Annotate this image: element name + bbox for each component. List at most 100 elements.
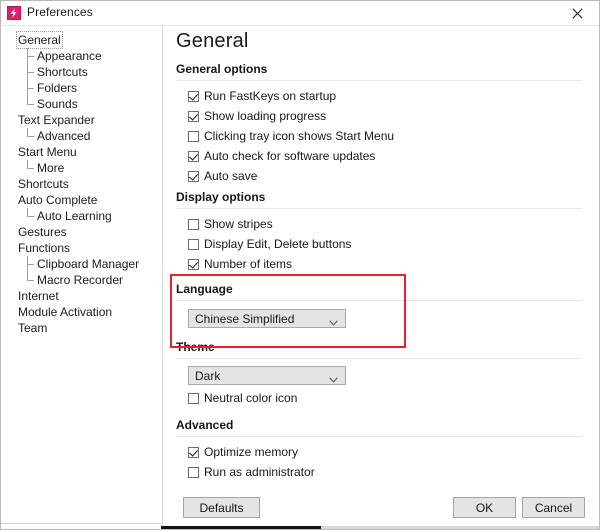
chevron-down-icon [329, 315, 338, 329]
checkbox-label: Display Edit, Delete buttons [204, 237, 352, 251]
sidebar-item-label: Text Expander [18, 113, 95, 127]
checkbox-label: Number of items [204, 257, 293, 271]
sidebar-item-label: Advanced [37, 129, 91, 143]
sidebar-item-label: Functions [18, 241, 71, 255]
checkbox-display-edit-delete-buttons[interactable]: Display Edit, Delete buttons [188, 237, 351, 252]
cancel-button[interactable]: Cancel [522, 497, 585, 518]
sidebar-item-folders[interactable]: Folders [1, 80, 162, 96]
background-window-edge [1, 523, 599, 529]
checkbox-box[interactable] [188, 151, 199, 162]
checkbox-label: Optimize memory [204, 445, 299, 459]
checkbox-box[interactable] [188, 111, 199, 122]
window-title: Preferences [27, 5, 93, 19]
sidebar-item-label: Gestures [18, 225, 67, 239]
sidebar-item-sounds[interactable]: Sounds [1, 96, 162, 112]
checkbox-label: Run as administrator [204, 465, 315, 479]
sidebar-item-more[interactable]: More [1, 160, 162, 176]
sidebar-item-label: More [37, 161, 65, 175]
theme-select[interactable]: Dark [188, 366, 346, 385]
sidebar-item-macro-recorder[interactable]: Macro Recorder [1, 272, 162, 288]
settings-tree: General Appearance Shortcuts Folders Sounds T… [1, 31, 162, 336]
sidebar-item-label: Module Activation [18, 305, 113, 319]
sidebar-item-label: Team [18, 321, 48, 335]
close-button[interactable] [555, 1, 599, 25]
checkbox-box[interactable] [188, 467, 199, 478]
background-edge-dark [161, 526, 321, 529]
settings-content: General General options Run FastKeys on … [164, 26, 599, 529]
tree-connector [27, 256, 36, 272]
sidebar-item-advanced[interactable]: Advanced [1, 128, 162, 144]
sidebar-item-general[interactable]: General [1, 31, 162, 49]
checkbox-run-fastkeys-on-startup[interactable]: Run FastKeys on startup [188, 89, 336, 104]
section-heading-advanced: Advanced [176, 418, 234, 432]
checkbox-clicking-tray-icon-shows-start-menu[interactable]: Clicking tray icon shows Start Menu [188, 129, 394, 144]
sidebar-item-label: Shortcuts [37, 65, 88, 79]
tree-connector [27, 96, 36, 112]
tree-connector [27, 48, 36, 64]
sidebar-item-internet[interactable]: Internet [1, 288, 162, 304]
checkbox-auto-check-for-software-updates[interactable]: Auto check for software updates [188, 149, 375, 164]
tree-connector [27, 80, 36, 96]
checkbox-auto-save[interactable]: Auto save [188, 169, 257, 184]
section-divider [176, 300, 582, 301]
page-title: General [176, 30, 249, 52]
sidebar-item-shortcuts[interactable]: Shortcuts [1, 64, 162, 80]
section-heading-theme: Theme [176, 340, 215, 354]
sidebar-item-appearance[interactable]: Appearance [1, 48, 162, 64]
sidebar-item-auto-learning[interactable]: Auto Learning [1, 208, 162, 224]
checkbox-box[interactable] [188, 393, 199, 404]
sidebar-item-text-expander[interactable]: Text Expander [1, 112, 162, 128]
preferences-window: Preferences General Appearance Shortcuts Fo… [0, 0, 600, 530]
checkbox-label: Auto check for software updates [204, 149, 376, 163]
sidebar-item-clipboard-manager[interactable]: Clipboard Manager [1, 256, 162, 272]
checkbox-show-loading-progress[interactable]: Show loading progress [188, 109, 326, 124]
sidebar-item-functions[interactable]: Functions [1, 240, 162, 256]
ok-button[interactable]: OK [453, 497, 516, 518]
tree-connector [27, 160, 36, 176]
checkbox-label: Auto save [204, 169, 258, 183]
section-divider [176, 208, 582, 209]
checkbox-box[interactable] [188, 239, 199, 250]
checkbox-box[interactable] [188, 447, 199, 458]
checkbox-label: Show stripes [204, 217, 273, 231]
defaults-button[interactable]: Defaults [183, 497, 260, 518]
sidebar-item-label: Folders [37, 81, 78, 95]
section-divider [176, 436, 582, 437]
checkbox-neutral-color-icon[interactable]: Neutral color icon [188, 391, 297, 406]
fastkeys-app-icon [7, 6, 21, 20]
sidebar-item-label: Appearance [37, 49, 102, 63]
checkbox-number-of-items[interactable]: Number of items [188, 257, 292, 272]
sidebar-item-label: Sounds [37, 97, 78, 111]
section-heading-language: Language [176, 282, 233, 296]
language-select[interactable]: Chinese Simplified [188, 309, 346, 328]
tree-connector [27, 64, 36, 80]
sidebar-item-label: General [16, 31, 63, 49]
checkbox-show-stripes[interactable]: Show stripes [188, 217, 273, 232]
checkbox-run-as-administrator[interactable]: Run as administrator [188, 465, 315, 480]
sidebar-item-label: Auto Complete [18, 193, 98, 207]
section-heading-display-options: Display options [176, 190, 266, 204]
checkbox-box[interactable] [188, 171, 199, 182]
sidebar-item-auto-complete[interactable]: Auto Complete [1, 192, 162, 208]
sidebar-item-shortcuts[interactable]: Shortcuts [1, 176, 162, 192]
checkbox-box[interactable] [188, 131, 199, 142]
checkbox-box[interactable] [188, 219, 199, 230]
sidebar-item-label: Shortcuts [18, 177, 69, 191]
close-icon [571, 7, 583, 19]
sidebar-item-module-activation[interactable]: Module Activation [1, 304, 162, 320]
checkbox-label: Neutral color icon [204, 391, 298, 405]
checkbox-box[interactable] [188, 259, 199, 270]
sidebar-item-gestures[interactable]: Gestures [1, 224, 162, 240]
sidebar-item-start-menu[interactable]: Start Menu [1, 144, 162, 160]
sidebar-item-label: Internet [18, 289, 59, 303]
tree-connector [27, 128, 36, 144]
window-body: General Appearance Shortcuts Folders Sounds T… [1, 26, 599, 529]
tree-connector [27, 272, 36, 288]
checkbox-label: Clicking tray icon shows Start Menu [204, 129, 395, 143]
checkbox-label: Show loading progress [204, 109, 327, 123]
background-edge-left [1, 523, 161, 529]
checkbox-box[interactable] [188, 91, 199, 102]
section-heading-general-options: General options [176, 62, 268, 76]
sidebar-item-team[interactable]: Team [1, 320, 162, 336]
checkbox-optimize-memory[interactable]: Optimize memory [188, 445, 298, 460]
